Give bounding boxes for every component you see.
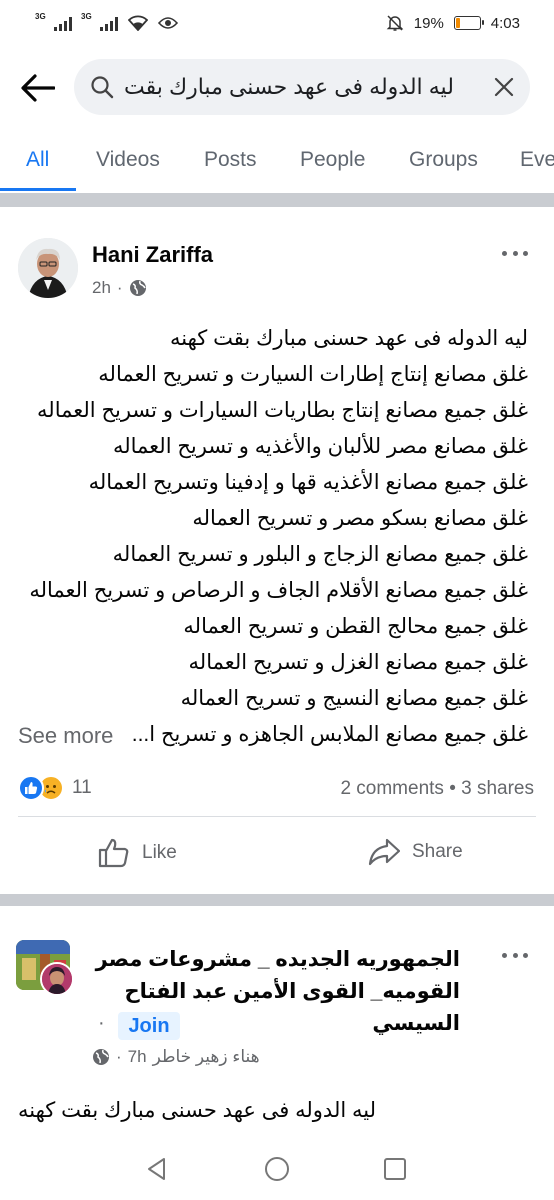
avatar[interactable] <box>18 238 78 298</box>
post-author-2[interactable]: هناء زهير خاطر <box>153 1047 260 1067</box>
wifi-icon <box>128 15 148 31</box>
post-text-line: غلق مصانع مصر للألبان والأغذيه و تسريح ا… <box>112 435 528 458</box>
post-options-button[interactable] <box>502 248 528 258</box>
system-navigation-bar <box>0 1136 554 1200</box>
search-query: ليه الدوله فى عهد حسنى مبارك بقت <box>124 74 454 99</box>
cellular-signal-icon: 3G <box>35 12 72 31</box>
reaction-summary[interactable]: 11 <box>18 775 92 801</box>
section-divider <box>0 193 554 207</box>
post-text-line: غلق جميع مصانع النسيج و تسريح العماله <box>180 687 528 710</box>
like-reaction-icon <box>18 775 44 801</box>
like-label: Like <box>142 842 177 863</box>
battery-icon <box>453 16 484 30</box>
post-text-line: غلق جميع مصانع الغزل و تسريح العماله <box>188 651 528 674</box>
post-text-line: غلق جميع مصانع الملابس الجاهزه و تسريح ا… <box>131 723 528 746</box>
notifications-off-icon <box>386 15 404 31</box>
author-avatar[interactable] <box>40 962 74 996</box>
search-header: ليه الدوله فى عهد حسنى مبارك بقت <box>0 58 554 118</box>
search-input[interactable]: ليه الدوله فى عهد حسنى مبارك بقت <box>74 59 530 115</box>
tab-posts[interactable]: Posts <box>204 148 257 172</box>
section-divider <box>0 894 554 906</box>
tab-videos[interactable]: Videos <box>96 148 160 172</box>
author-photo <box>42 964 72 994</box>
clock: 4:03 <box>490 14 520 32</box>
tab-all[interactable]: All <box>26 148 49 172</box>
post-text-line: ليه الدوله فى عهد حسنى مبارك بقت كهنه <box>17 1099 376 1122</box>
divider <box>18 816 536 817</box>
share-label: Share <box>412 841 463 862</box>
post-time[interactable]: 2h <box>92 278 111 298</box>
meta-dot: · <box>98 1012 105 1034</box>
see-more-link[interactable]: See more <box>18 723 113 749</box>
tab-events[interactable]: Eve <box>520 148 554 172</box>
post-author[interactable]: Hani Zariffa <box>92 242 213 268</box>
comments-shares-count[interactable]: 2 comments • 3 shares <box>340 778 534 800</box>
meta-dot: · <box>116 278 123 297</box>
meta-dot: · <box>116 1047 122 1066</box>
post-meta: 2h · <box>92 278 147 298</box>
back-button[interactable] <box>18 70 58 106</box>
recents-nav-icon[interactable] <box>382 1156 408 1182</box>
tab-people[interactable]: People <box>300 148 365 172</box>
back-nav-icon[interactable] <box>144 1156 170 1182</box>
active-tab-indicator <box>0 188 76 191</box>
post-text-line: غلق جميع محالج القطن و تسريح العماله <box>183 615 528 638</box>
post-options-button-2[interactable] <box>502 950 528 960</box>
post-text-line: غلق مصانع بسكو مصر و تسريح العماله <box>192 507 528 530</box>
clear-search-icon[interactable] <box>494 77 514 97</box>
post-text-line: غلق جميع مصانع الأغذيه قها و إدفينا وتسر… <box>88 471 528 494</box>
share-icon <box>368 838 400 866</box>
globe-icon <box>129 280 146 296</box>
globe-icon <box>93 1049 109 1065</box>
home-nav-icon[interactable] <box>264 1156 290 1182</box>
like-button[interactable]: Like <box>98 838 177 868</box>
avatar-photo <box>18 238 78 298</box>
join-group-button[interactable]: Join <box>118 1012 180 1040</box>
tab-groups[interactable]: Groups <box>409 148 478 172</box>
post-text-line: ليه الدوله فى عهد حسنى مبارك بقت كهنه <box>169 327 528 350</box>
cellular-signal-icon-2: 3G <box>81 12 118 31</box>
post-text-line: غلق مصانع إنتاج إطارات السيارت و تسريح ا… <box>98 363 528 386</box>
post-text-line: غلق جميع مصانع الزجاج و البلور و تسريح ا… <box>112 543 528 566</box>
post-text-line: غلق جميع مصانع الأقلام الجاف و الرصاص و … <box>29 579 528 602</box>
back-arrow-icon <box>21 74 55 102</box>
search-icon <box>91 76 114 99</box>
thumbs-up-icon <box>98 838 129 868</box>
reaction-count: 11 <box>72 777 92 798</box>
post-meta-2: · 7h هناء زهير خاطر <box>92 1047 260 1067</box>
search-filter-tabs: All Videos Posts People Groups Eve <box>0 132 554 192</box>
battery-percent: 19% <box>413 14 444 32</box>
share-button[interactable]: Share <box>368 838 463 866</box>
eye-icon <box>158 17 178 29</box>
post-text-line: غلق جميع مصانع إنتاج بطاريات السيارات و … <box>37 399 528 422</box>
status-bar: 3G 3G 19% 4:03 <box>0 0 554 46</box>
post-time-2[interactable]: 7h <box>128 1047 147 1067</box>
